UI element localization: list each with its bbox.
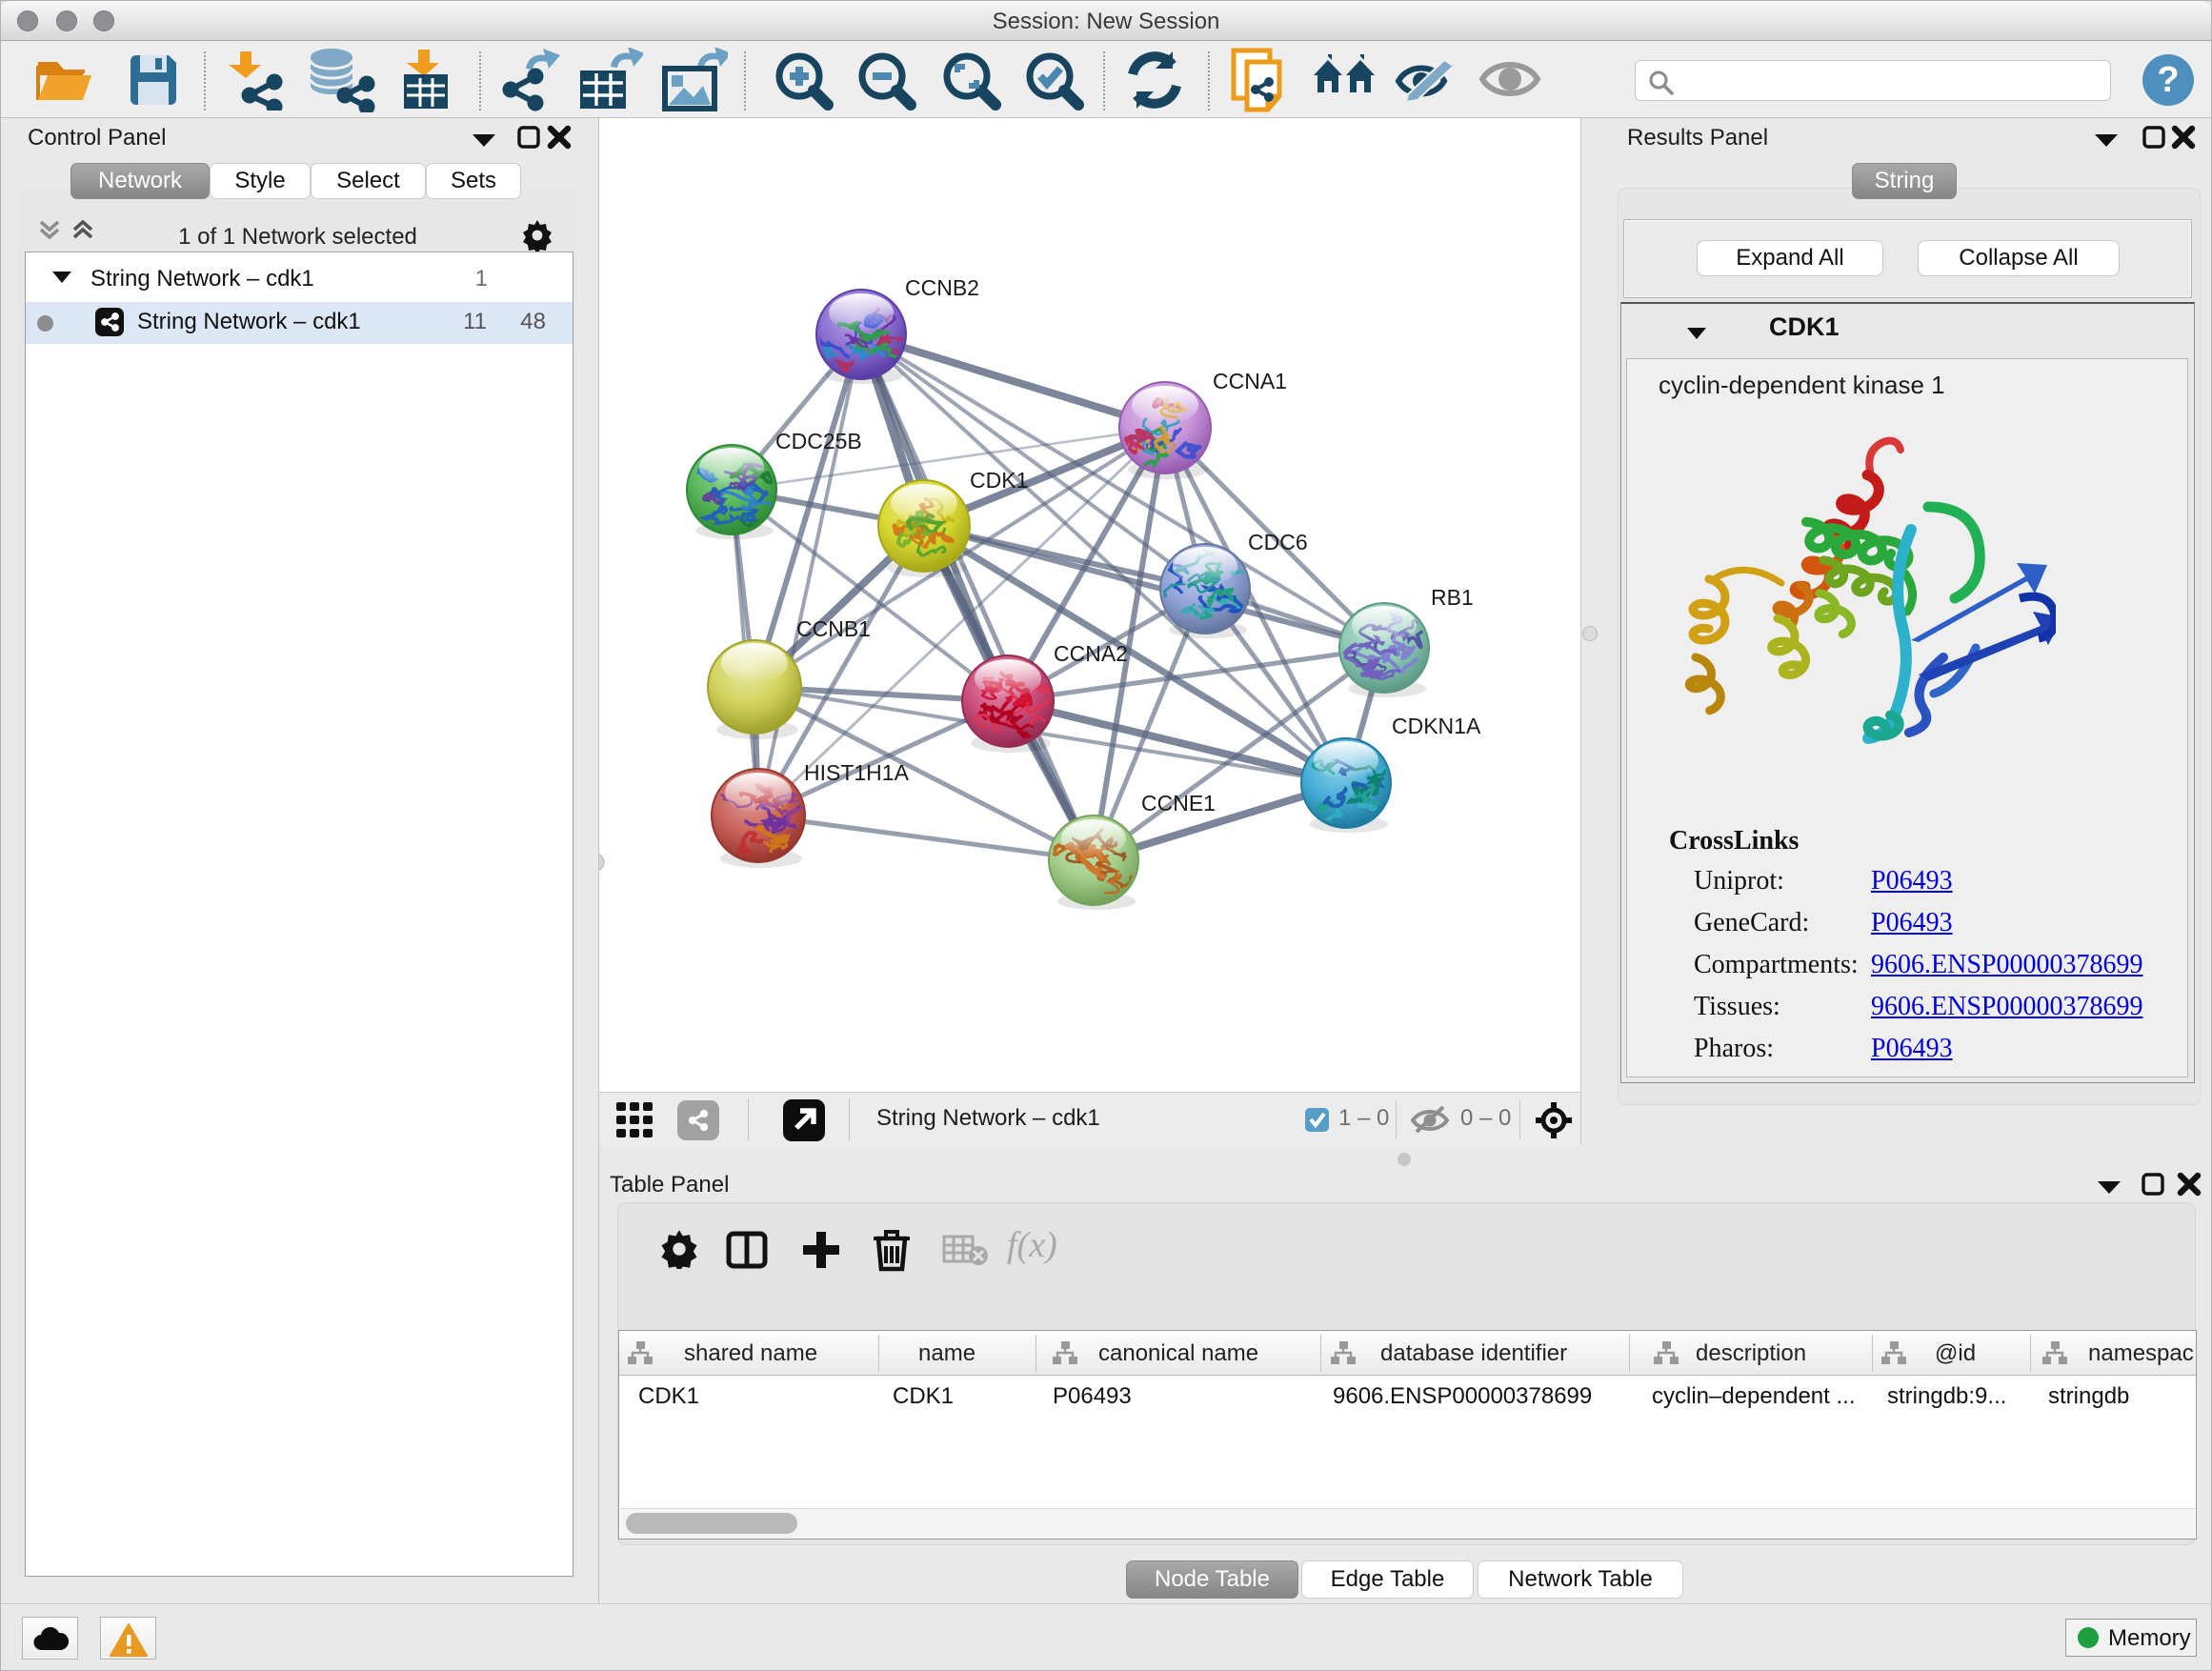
svg-text:HIST1H1A: HIST1H1A — [804, 760, 910, 785]
svg-text:CDK1: CDK1 — [970, 468, 1028, 493]
svg-text:?: ? — [2157, 60, 2179, 100]
svg-text:CDC25B: CDC25B — [775, 429, 862, 453]
svg-text:CDC6: CDC6 — [1248, 530, 1308, 554]
svg-text:CCNB1: CCNB1 — [796, 616, 871, 641]
svg-text:CCNB2: CCNB2 — [905, 275, 979, 300]
svg-text:CCNA1: CCNA1 — [1213, 369, 1287, 393]
svg-text:CCNA2: CCNA2 — [1054, 641, 1128, 666]
svg-text:CCNE1: CCNE1 — [1141, 791, 1216, 815]
svg-text:CDKN1A: CDKN1A — [1392, 714, 1481, 738]
svg-text:RB1: RB1 — [1431, 585, 1474, 610]
